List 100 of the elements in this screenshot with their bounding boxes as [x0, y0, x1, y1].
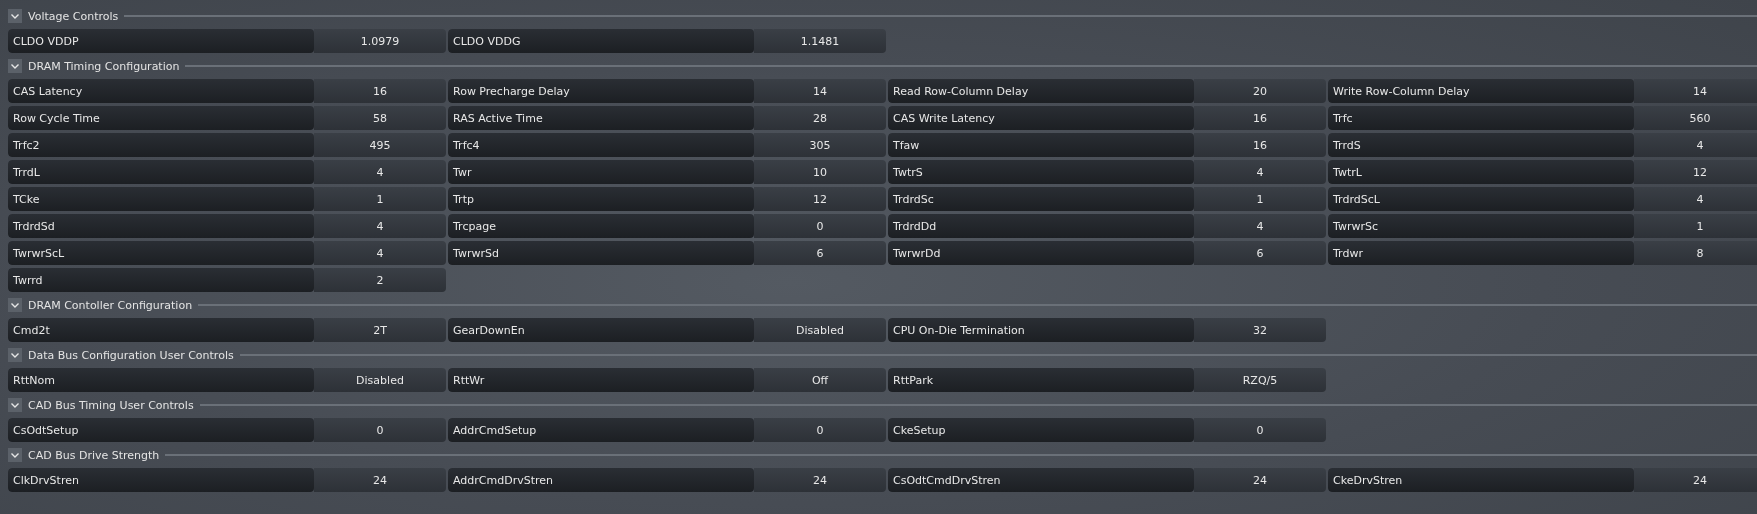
setting-label: CPU On-Die Termination [888, 318, 1194, 342]
setting-label: Trtp [448, 187, 754, 211]
setting-label: CAS Write Latency [888, 106, 1194, 130]
setting-label: TrdrdSd [8, 214, 314, 238]
setting-label: CsOdtCmdDrvStren [888, 468, 1194, 492]
setting-label: TwrwrSc [1328, 214, 1634, 238]
setting-label: Cmd2t [8, 318, 314, 342]
setting-value: 0 [314, 418, 446, 442]
setting-label: AddrCmdSetup [448, 418, 754, 442]
setting-value: 1 [1634, 214, 1757, 238]
setting-value: 16 [314, 79, 446, 103]
setting-label: GearDownEn [448, 318, 754, 342]
setting-value: 305 [754, 133, 886, 157]
setting-label: TrrdL [8, 160, 314, 184]
setting-label: ClkDrvStren [8, 468, 314, 492]
setting-value: 10 [754, 160, 886, 184]
setting-label: Read Row-Column Delay [888, 79, 1194, 103]
setting-value: 24 [1194, 468, 1326, 492]
setting-label: TrdrdScL [1328, 187, 1634, 211]
section-title: Voltage Controls [28, 9, 119, 23]
setting-label: RAS Active Time [448, 106, 754, 130]
setting-value: 1 [1194, 187, 1326, 211]
setting-value: 16 [1194, 133, 1326, 157]
setting-value: 4 [314, 241, 446, 265]
setting-label: CkeDrvStren [1328, 468, 1634, 492]
setting-label: TwtrL [1328, 160, 1634, 184]
setting-label: RttWr [448, 368, 754, 392]
setting-value: 4 [1634, 187, 1757, 211]
setting-value: 4 [314, 214, 446, 238]
chevron-down-icon[interactable] [8, 59, 22, 73]
setting-label: RttPark [888, 368, 1194, 392]
setting-value: 14 [1634, 79, 1757, 103]
setting-label: TrrdS [1328, 133, 1634, 157]
setting-value: 6 [754, 241, 886, 265]
setting-value: 560 [1634, 106, 1757, 130]
setting-value: 1.0979 [314, 29, 446, 53]
chevron-down-icon[interactable] [8, 398, 22, 412]
setting-label: CsOdtSetup [8, 418, 314, 442]
chevron-down-icon[interactable] [8, 298, 22, 312]
setting-value: 0 [754, 214, 886, 238]
setting-label: Trcpage [448, 214, 754, 238]
setting-value: 20 [1194, 79, 1326, 103]
setting-label: AddrCmdDrvStren [448, 468, 754, 492]
chevron-down-icon[interactable] [8, 448, 22, 462]
setting-value: 24 [1634, 468, 1757, 492]
setting-value: 32 [1194, 318, 1326, 342]
setting-value: 4 [1194, 214, 1326, 238]
setting-label: TwrwrSd [448, 241, 754, 265]
setting-label: CAS Latency [8, 79, 314, 103]
setting-value: 495 [314, 133, 446, 157]
setting-value: 4 [1634, 133, 1757, 157]
setting-label: TwrwrScL [8, 241, 314, 265]
section-title: CAD Bus Timing User Controls [28, 398, 194, 412]
setting-value: 8 [1634, 241, 1757, 265]
setting-value: Disabled [314, 368, 446, 392]
setting-value: RZQ/5 [1194, 368, 1326, 392]
section-title: DRAM Contoller Configuration [28, 298, 193, 312]
setting-label: RttNom [8, 368, 314, 392]
setting-label: CkeSetup [888, 418, 1194, 442]
setting-value: 24 [754, 468, 886, 492]
setting-label: Row Cycle Time [8, 106, 314, 130]
setting-value: 12 [1634, 160, 1757, 184]
setting-label: TrdrdSc [888, 187, 1194, 211]
setting-value: 1.1481 [754, 29, 886, 53]
setting-value: 2T [314, 318, 446, 342]
setting-value: 16 [1194, 106, 1326, 130]
setting-label: Twr [448, 160, 754, 184]
chevron-down-icon[interactable] [8, 9, 22, 23]
setting-label: Trdwr [1328, 241, 1634, 265]
setting-value: 0 [754, 418, 886, 442]
setting-label: Write Row-Column Delay [1328, 79, 1634, 103]
setting-label: TwtrS [888, 160, 1194, 184]
chevron-down-icon[interactable] [8, 348, 22, 362]
setting-value: 4 [314, 160, 446, 184]
section-title: CAD Bus Drive Strength [28, 448, 160, 462]
setting-value: 4 [1194, 160, 1326, 184]
setting-value: 2 [314, 268, 446, 292]
setting-label: Twrrd [8, 268, 314, 292]
setting-value: 58 [314, 106, 446, 130]
setting-value: 1 [314, 187, 446, 211]
setting-value: 24 [314, 468, 446, 492]
setting-label: Trfc4 [448, 133, 754, 157]
section-title: DRAM Timing Configuration [28, 59, 180, 73]
setting-value: 28 [754, 106, 886, 130]
setting-label: Tfaw [888, 133, 1194, 157]
setting-label: CLDO VDDG [448, 29, 754, 53]
setting-label: TwrwrDd [888, 241, 1194, 265]
setting-value: 12 [754, 187, 886, 211]
setting-label: Row Precharge Delay [448, 79, 754, 103]
setting-value: Off [754, 368, 886, 392]
setting-label: Trfc [1328, 106, 1634, 130]
setting-label: TrdrdDd [888, 214, 1194, 238]
setting-value: Disabled [754, 318, 886, 342]
setting-label: Trfc2 [8, 133, 314, 157]
setting-label: TCke [8, 187, 314, 211]
setting-value: 14 [754, 79, 886, 103]
section-title: Data Bus Configuration User Controls [28, 348, 234, 362]
setting-value: 6 [1194, 241, 1326, 265]
setting-value: 0 [1194, 418, 1326, 442]
setting-label: CLDO VDDP [8, 29, 314, 53]
